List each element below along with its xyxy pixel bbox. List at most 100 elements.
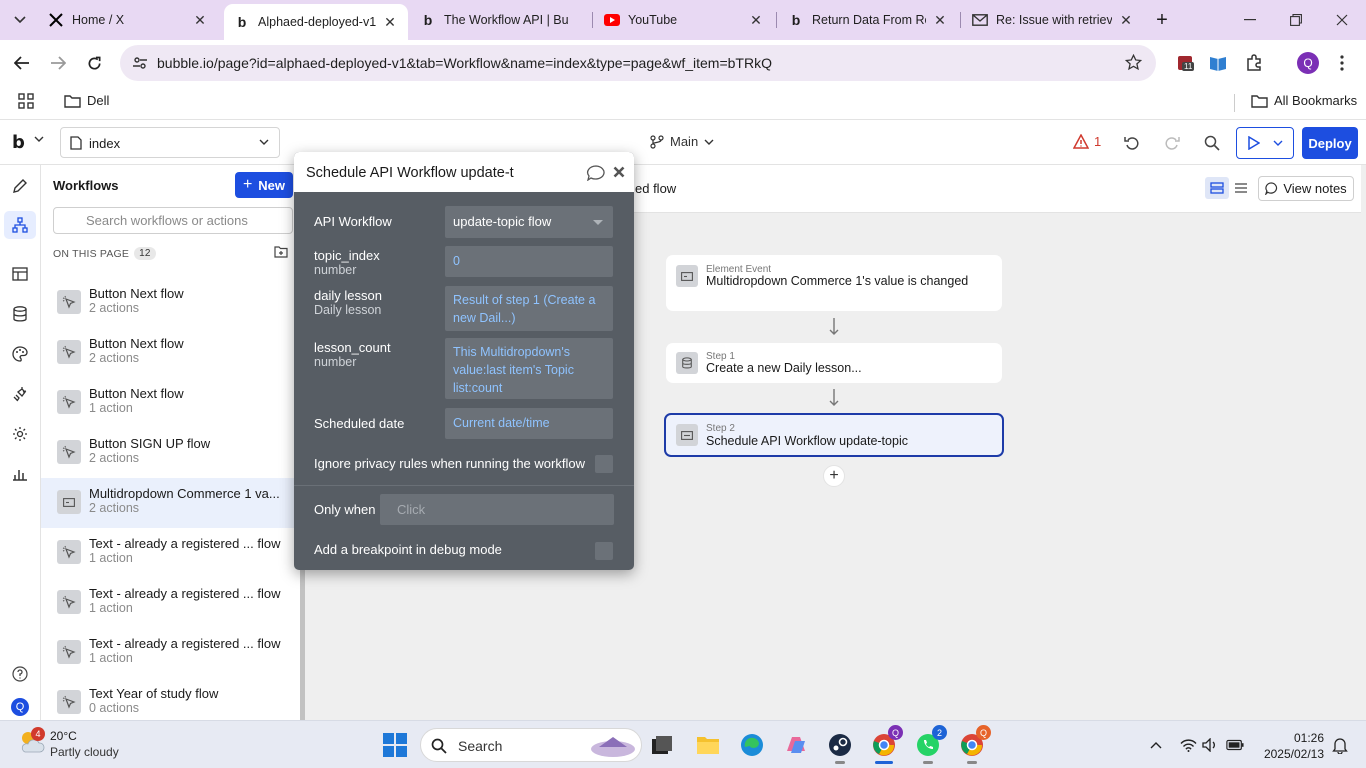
undo-icon[interactable] — [1123, 134, 1141, 152]
workflow-tab-icon[interactable] — [4, 211, 36, 239]
browser-tab[interactable]: b The Workflow API | Bu — [410, 6, 590, 34]
all-bookmarks-button[interactable]: All Bookmarks — [1251, 93, 1357, 108]
browser-tab-active[interactable]: b Alphaed-deployed-v1 ✕ — [224, 4, 408, 40]
taskbar-search[interactable]: Search — [420, 728, 642, 762]
workflow-search-input[interactable] — [53, 207, 293, 234]
chevron-up-icon[interactable] — [1147, 736, 1165, 754]
tab-search-menu-button[interactable] — [8, 8, 32, 32]
database-icon[interactable] — [10, 304, 30, 324]
file-explorer-icon[interactable] — [694, 731, 722, 759]
battery-icon[interactable] — [1226, 736, 1244, 754]
bookmark-star-icon[interactable] — [1125, 54, 1142, 71]
editor-header[interactable]: Schedule API Workflow update-t — [294, 152, 634, 192]
chevron-down-icon[interactable] — [34, 136, 44, 142]
add-step-button[interactable]: + — [823, 465, 845, 487]
apps-grid-icon[interactable] — [18, 93, 40, 109]
api-workflow-label: API Workflow — [314, 214, 392, 229]
browser-tab[interactable]: Home / X ✕ — [38, 6, 218, 34]
lesson-count-expression[interactable]: This Multidropdown's value:last item's T… — [445, 338, 613, 399]
browser-tab[interactable]: b Return Data From Re ✕ — [778, 6, 958, 34]
back-button[interactable] — [9, 50, 35, 76]
close-tab-icon[interactable]: ✕ — [932, 12, 948, 28]
view-notes-button[interactable]: View notes — [1258, 176, 1354, 201]
close-tab-icon[interactable]: ✕ — [748, 12, 764, 28]
edge-browser-icon[interactable] — [738, 731, 766, 759]
start-button[interactable] — [383, 733, 407, 757]
workflow-list-item[interactable]: Button Next flow 2 actions — [41, 328, 300, 378]
new-workflow-button[interactable]: + New — [235, 172, 293, 198]
bookmark-folder-dell[interactable]: Dell — [64, 93, 109, 108]
issue-checker[interactable]: 1 — [1073, 134, 1101, 149]
copilot-icon[interactable] — [782, 731, 810, 759]
profile-avatar[interactable]: Q — [1297, 52, 1319, 74]
deploy-button[interactable]: Deploy — [1302, 127, 1358, 159]
close-tab-icon[interactable]: ✕ — [192, 12, 208, 28]
param-label: daily lesson — [314, 288, 382, 303]
step-2-card[interactable]: Step 2 Schedule API Workflow update-topi… — [664, 413, 1004, 457]
close-icon[interactable] — [613, 166, 625, 178]
steam-icon[interactable] — [826, 731, 854, 764]
settings-gear-icon[interactable] — [10, 424, 30, 444]
api-workflow-dropdown[interactable]: update-topic flow — [445, 206, 613, 238]
system-clock[interactable]: 01:26 2025/02/13 — [1262, 730, 1324, 762]
workflow-list-item[interactable]: Text - already a registered ... flow 1 ac… — [41, 578, 300, 628]
address-bar[interactable]: bubble.io/page?id=alphaed-deployed-v1&ta… — [120, 45, 1156, 81]
forward-button[interactable] — [45, 50, 71, 76]
workflow-list-item[interactable]: Button Next flow 2 actions — [41, 278, 300, 328]
workflow-list-item[interactable]: Text Year of study flow 0 actions — [41, 678, 300, 720]
redo-icon[interactable] — [1163, 134, 1181, 152]
weather-widget[interactable]: 4 — [17, 727, 45, 754]
logs-chart-icon[interactable] — [10, 464, 30, 484]
event-card[interactable]: Element Event Multidropdown Commerce 1's… — [666, 255, 1002, 311]
only-when-input[interactable] — [380, 494, 614, 525]
close-tab-icon[interactable]: ✕ — [382, 14, 398, 30]
workflow-list-item[interactable]: Text - already a registered ... flow 1 ac… — [41, 528, 300, 578]
browser-tab[interactable]: Re: Issue with retrievi ✕ — [962, 6, 1144, 34]
browser-menu-icon[interactable] — [1331, 52, 1353, 74]
user-avatar[interactable]: Q — [11, 698, 29, 716]
styles-palette-icon[interactable] — [10, 344, 30, 364]
design-pencil-icon[interactable] — [10, 176, 30, 196]
new-tab-button[interactable]: + — [1150, 8, 1174, 32]
workflow-list-item[interactable]: Text - already a registered ... flow 1 ac… — [41, 628, 300, 678]
chrome-profile-badge: Q — [976, 725, 991, 740]
comment-icon[interactable] — [586, 165, 606, 181]
puzzle-extensions-icon[interactable] — [1243, 52, 1265, 74]
site-info-icon[interactable] — [132, 55, 148, 71]
browser-tab[interactable]: YouTube ✕ — [594, 6, 774, 34]
add-folder-icon[interactable] — [274, 246, 288, 258]
scheduled-date-expression[interactable]: Current date/time — [445, 408, 613, 439]
help-icon[interactable] — [10, 664, 30, 684]
close-tab-icon[interactable]: ✕ — [1118, 12, 1134, 28]
data-table-icon[interactable] — [10, 264, 30, 284]
step-1-card[interactable]: Step 1 Create a new Daily lesson... — [666, 343, 1002, 383]
workflow-list-item[interactable]: Multidropdown Commerce 1 va... 2 actions — [41, 478, 300, 528]
bubble-logo[interactable]: b — [12, 132, 25, 153]
workflow-list-item[interactable]: Button SIGN UP flow 2 actions — [41, 428, 300, 478]
plugins-icon[interactable] — [10, 384, 30, 404]
close-window-icon[interactable] — [1330, 8, 1354, 32]
reader-extension-icon[interactable] — [1207, 52, 1229, 74]
task-view-icon[interactable] — [648, 731, 676, 759]
search-icon[interactable] — [1203, 134, 1221, 152]
notifications-icon[interactable] — [1331, 736, 1349, 754]
restore-icon[interactable] — [1284, 8, 1308, 32]
daily-lesson-expression[interactable]: Result of step 1 (Create a new Dail...) — [445, 286, 613, 331]
topic-index-input[interactable]: 0 — [445, 246, 613, 277]
branch-selector[interactable]: Main — [650, 134, 714, 149]
extension-icon[interactable]: 11 — [1174, 52, 1196, 74]
reload-button[interactable] — [81, 50, 107, 76]
minimize-icon[interactable] — [1238, 8, 1262, 32]
preview-button[interactable] — [1236, 127, 1294, 159]
chrome-taskbar-icon[interactable]: Q — [870, 725, 903, 764]
list-view-icon[interactable] — [1229, 177, 1253, 199]
ignore-privacy-checkbox[interactable] — [595, 455, 613, 473]
card-view-icon[interactable] — [1205, 177, 1229, 199]
page-selector[interactable]: index — [60, 127, 280, 158]
breakpoint-checkbox[interactable] — [595, 542, 613, 560]
workflow-list-item[interactable]: Button Next flow 1 action — [41, 378, 300, 428]
wifi-icon[interactable] — [1179, 736, 1197, 754]
volume-icon[interactable] — [1201, 736, 1219, 754]
whatsapp-icon[interactable]: 2 — [914, 725, 947, 764]
chrome-taskbar-icon-2[interactable]: Q — [958, 725, 991, 764]
